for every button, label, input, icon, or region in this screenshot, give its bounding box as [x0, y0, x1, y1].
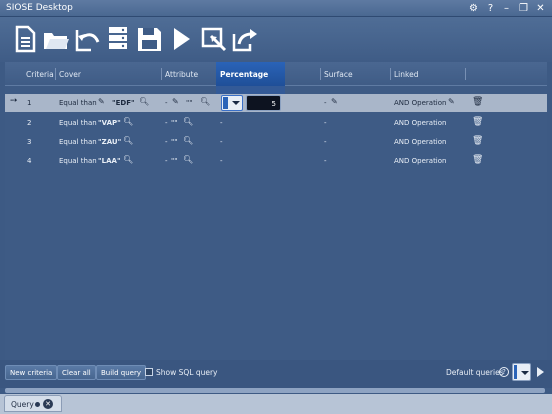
show-sql-label: Show SQL query	[156, 368, 218, 377]
edit-pencil-icon[interactable]: ✎	[172, 97, 179, 106]
edit-pencil-icon[interactable]: ✎	[98, 97, 105, 106]
close-icon[interactable]: ✕	[534, 2, 547, 15]
cover-operator: Equal than	[59, 157, 97, 165]
percentage-value: -	[220, 157, 223, 165]
cover-operator: Equal than	[59, 99, 97, 107]
surface-dash: -	[324, 138, 327, 146]
percentage-value: -	[220, 119, 223, 127]
linked-operation: AND Operation	[394, 138, 447, 146]
percentage-value: -	[220, 138, 223, 146]
trash-icon[interactable]: 🗑︎	[472, 117, 483, 127]
help-icon[interactable]: ?	[499, 367, 509, 377]
edit-pencil-icon[interactable]: ✎	[331, 97, 338, 106]
criteria-panel: Criteria Cover Attribute Percentage Surf…	[5, 62, 547, 360]
row-number: 1	[27, 99, 32, 107]
column-attribute[interactable]: Attribute	[165, 70, 198, 79]
default-queries-label: Default queries	[446, 368, 504, 377]
attribute-dash: -	[165, 138, 168, 146]
trash-icon[interactable]: 🗑︎	[472, 155, 483, 165]
toolbar	[0, 17, 552, 62]
help-icon[interactable]: ?	[484, 2, 497, 15]
trash-icon[interactable]: 🗑︎	[472, 136, 483, 146]
new-document-icon[interactable]	[11, 24, 39, 54]
attribute-dash: -	[165, 157, 168, 165]
minimize-icon[interactable]: –	[500, 2, 513, 15]
cover-value: "EDF"	[112, 99, 135, 107]
percentage-column-shade	[216, 86, 285, 94]
surface-dash: -	[324, 99, 327, 107]
modified-dot-icon	[35, 402, 40, 407]
column-cover[interactable]: Cover	[59, 70, 81, 79]
window-title: SIOSE Desktop	[6, 3, 73, 13]
table-row[interactable]: 3 Equal than "ZAU" 🔍︎ - "" 🔍︎ - - AND Op…	[5, 133, 547, 151]
row-number: 3	[27, 138, 32, 146]
tab-strip: Query ✕	[0, 394, 552, 414]
column-surface[interactable]: Surface	[324, 70, 353, 79]
percentage-input[interactable]: 5	[246, 95, 281, 111]
progress-bar	[5, 388, 545, 393]
attribute-value: ""	[171, 138, 178, 146]
export-icon[interactable]	[230, 24, 258, 54]
edit-pencil-icon[interactable]: ✎	[448, 97, 455, 106]
attribute-value: ""	[171, 119, 178, 127]
column-linked[interactable]: Linked	[394, 70, 418, 79]
row-arrow-icon: ➙	[10, 96, 18, 106]
title-bar: SIOSE Desktop ⚙ ? – ❐ ✕	[0, 0, 552, 17]
build-query-button[interactable]: Build query	[96, 365, 147, 380]
attribute-value: ""	[171, 157, 178, 165]
search-icon[interactable]: 🔍︎	[123, 117, 133, 126]
cover-value: "ZAU"	[98, 138, 122, 146]
search-icon[interactable]: 🔍︎	[183, 136, 193, 145]
surface-dash: -	[324, 157, 327, 165]
table-row[interactable]: 4 Equal than "LAA" 🔍︎ - "" 🔍︎ - - AND Op…	[5, 152, 547, 170]
new-criteria-button[interactable]: New criteria	[5, 365, 58, 380]
column-percentage[interactable]: Percentage	[220, 70, 268, 79]
action-bar: New criteria Clear all Build query Show …	[0, 360, 552, 388]
open-folder-icon[interactable]	[42, 24, 70, 54]
search-icon[interactable]: 🔍︎	[200, 97, 210, 106]
search-icon[interactable]: 🔍︎	[139, 97, 149, 106]
column-criteria[interactable]: Criteria	[26, 70, 54, 79]
trash-icon[interactable]: 🗑︎	[472, 97, 483, 107]
search-icon[interactable]: 🔍︎	[183, 155, 193, 164]
undo-icon[interactable]	[73, 24, 101, 54]
run-icon[interactable]	[166, 24, 194, 54]
close-tab-icon[interactable]: ✕	[43, 399, 53, 409]
linked-operation: AND Operation	[394, 119, 447, 127]
clear-icon[interactable]	[199, 24, 227, 54]
percentage-operator-select[interactable]	[221, 95, 243, 111]
cover-operator: Equal than	[59, 119, 97, 127]
search-icon[interactable]: 🔍︎	[183, 117, 193, 126]
table-row[interactable]: ➙ 1 Equal than ✎ "EDF" 🔍︎ - ✎ "" 🔍︎ 5 - …	[5, 94, 547, 112]
attribute-value: ""	[186, 99, 193, 107]
cover-value: "VAP"	[98, 119, 121, 127]
linked-operation: AND Operation	[394, 99, 447, 107]
surface-dash: -	[324, 119, 327, 127]
row-number: 4	[27, 157, 32, 165]
clear-all-button[interactable]: Clear all	[57, 365, 96, 380]
show-sql-checkbox[interactable]	[145, 368, 153, 376]
attribute-dash: -	[165, 99, 168, 107]
tab-query[interactable]: Query ✕	[4, 395, 62, 412]
cover-value: "LAA"	[98, 157, 121, 165]
database-icon[interactable]	[104, 24, 132, 54]
row-number: 2	[27, 119, 32, 127]
gear-icon[interactable]: ⚙	[467, 2, 480, 15]
save-icon[interactable]	[135, 24, 163, 54]
search-icon[interactable]: 🔍︎	[123, 155, 133, 164]
default-queries-select[interactable]	[512, 363, 531, 381]
play-icon[interactable]	[537, 367, 544, 377]
cover-operator: Equal than	[59, 138, 97, 146]
attribute-dash: -	[165, 119, 168, 127]
restore-icon[interactable]: ❐	[517, 2, 530, 15]
linked-operation: AND Operation	[394, 157, 447, 165]
search-icon[interactable]: 🔍︎	[123, 136, 133, 145]
table-header: Criteria Cover Attribute Percentage Surf…	[5, 62, 547, 86]
table-row[interactable]: 2 Equal than "VAP" 🔍︎ - "" 🔍︎ - - AND Op…	[5, 114, 547, 132]
tab-label: Query	[11, 400, 34, 409]
